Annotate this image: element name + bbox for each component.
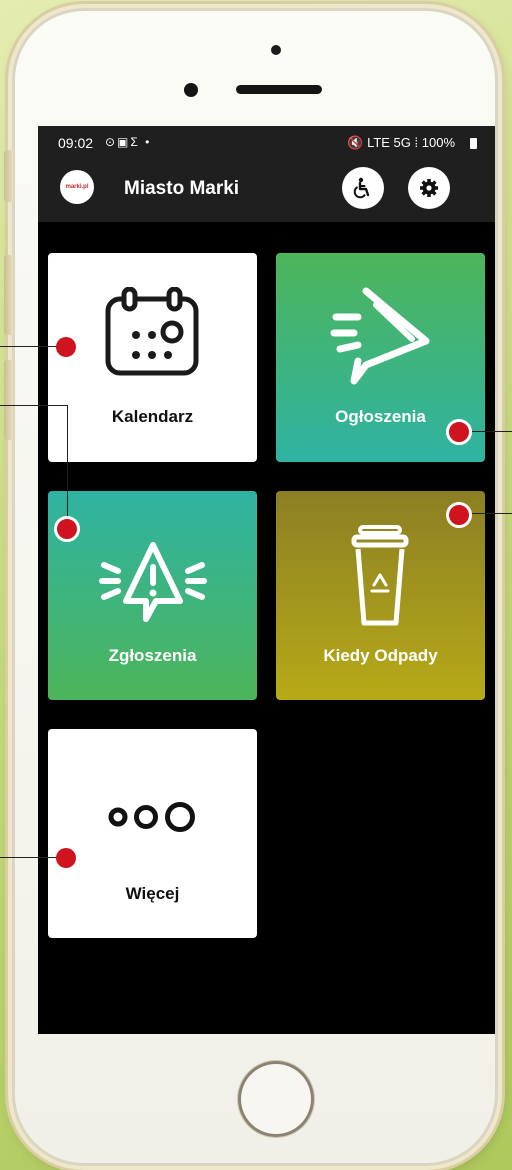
app-logo: marki.pl: [60, 170, 94, 204]
signal-icons: 🔇 LTE 5G ⁞ 100%: [347, 135, 455, 151]
tile-label-kalendarz: Kalendarz: [111, 407, 194, 426]
callout-line-kalendarz: [0, 346, 58, 347]
app-bar: marki.pl Miasto Marki: [38, 162, 495, 222]
recycle-bin-icon: [351, 525, 409, 626]
volume-down-button: [4, 360, 13, 440]
megaphone-icon: [330, 287, 430, 385]
status-bar: 09:02 ⊙▣Σ • 🔇 LTE 5G ⁞ 100%: [38, 126, 495, 162]
earpiece-speaker: [236, 85, 322, 94]
accessibility-button[interactable]: [342, 167, 384, 209]
status-time: 09:02: [58, 135, 94, 151]
front-camera: [271, 45, 281, 55]
marker-ogloszenia: [446, 419, 472, 445]
callout-line-ogloszenia: [470, 431, 512, 432]
callout-line-wiecej: [0, 857, 58, 858]
app-screen: 09:02 ⊙▣Σ • 🔇 LTE 5G ⁞ 100% marki.pl Mia…: [38, 126, 495, 1034]
callout-line-kiedy-odpady: [470, 513, 512, 514]
tile-label-zgloszenia: Zgłoszenia: [108, 646, 197, 665]
callout-line-zgloszenia-h: [0, 405, 68, 406]
callout-line-zgloszenia-v: [67, 405, 68, 523]
tile-label-kiedy-odpady: Kiedy Odpady: [323, 646, 438, 665]
tile-kalendarz[interactable]: Kalendarz: [48, 253, 257, 462]
tile-wiecej[interactable]: Więcej: [48, 729, 257, 938]
proximity-sensor: [184, 83, 198, 97]
mute-switch: [4, 150, 13, 202]
tile-zgloszenia[interactable]: Zgłoszenia: [48, 491, 257, 700]
settings-button[interactable]: [408, 167, 450, 209]
marker-kiedy-odpady: [446, 502, 472, 528]
app-title: Miasto Marki: [124, 178, 240, 199]
marker-wiecej: [56, 848, 76, 868]
gear-icon: [420, 179, 438, 197]
marker-kalendarz: [56, 337, 76, 357]
alert-icon: [99, 542, 207, 622]
calendar-icon: [105, 287, 199, 376]
battery-percent: 100%: [421, 135, 455, 150]
wheelchair-icon: [353, 177, 370, 199]
tile-label-wiecej: Więcej: [125, 884, 180, 903]
battery-icon: [470, 138, 477, 149]
marker-zgloszenia: [54, 516, 80, 542]
home-button[interactable]: [238, 1061, 314, 1137]
network-indicators: 🔇 LTE 5G ⁞: [347, 135, 419, 150]
more-dots-icon: [108, 802, 195, 832]
notification-icons: ⊙▣Σ •: [105, 135, 152, 149]
volume-up-button: [4, 255, 13, 335]
